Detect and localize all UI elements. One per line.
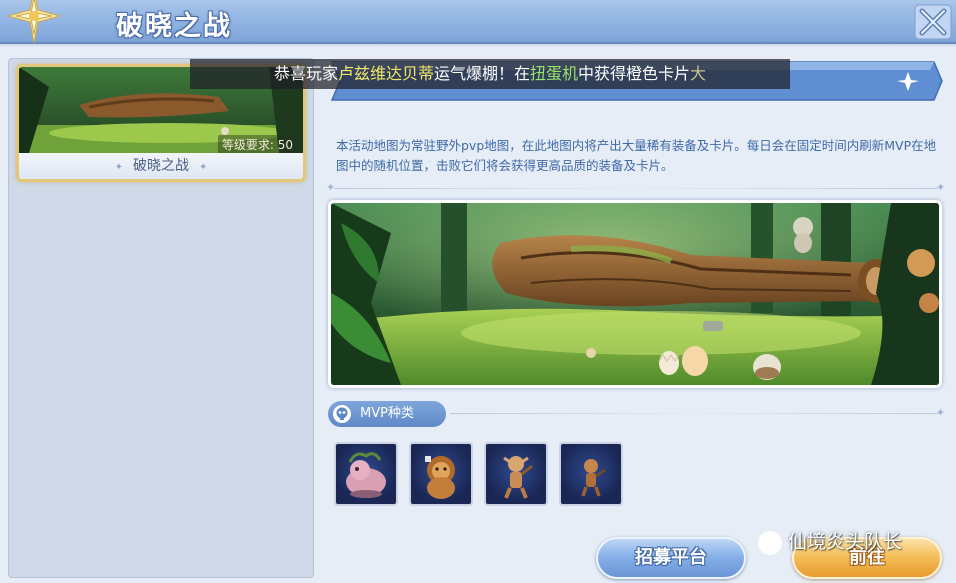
map-card-label: ✦ 破晓之战 ✦ [19, 153, 303, 179]
mvp-skull-icon [333, 405, 351, 423]
divider-star-icon: ✦ [326, 181, 336, 194]
ticker-middle: 运气爆棚！在 [433, 64, 530, 83]
lion-beast-icon [425, 456, 455, 499]
map-preview-image [328, 200, 942, 388]
watermark: 仙境炎头队长 [758, 528, 902, 556]
divider-star-icon: ✦ [936, 406, 946, 419]
header-bar: 破晓之战 [0, 0, 956, 47]
sun-emblem-icon [6, 0, 62, 45]
recruit-platform-button[interactable]: 招募平台 [596, 537, 746, 579]
mvp-slot-3[interactable] [484, 442, 548, 506]
pink-beast-icon [346, 452, 386, 498]
page-title: 破晓之战 [116, 11, 232, 42]
mvp-slot-1[interactable] [334, 442, 398, 506]
map-name: 破晓之战 [133, 158, 189, 174]
ticker-trailing: 大 [690, 64, 707, 83]
small-goblin-icon [581, 459, 606, 497]
activity-description: 本活动地图为常驻野外pvp地图，在此地图内将产出大量稀有装备及卡片。每日会在固定… [336, 138, 937, 173]
wechat-logo-icon [758, 530, 782, 555]
ticker-prefix: 恭喜玩家 [273, 64, 338, 83]
mvp-slot-2[interactable] [409, 442, 473, 506]
close-button[interactable] [914, 4, 952, 40]
mvp-slot-4[interactable] [559, 442, 623, 506]
forest-scene [331, 203, 939, 385]
level-requirement: 等级要求: 50 [217, 135, 297, 154]
divider-top [334, 188, 938, 189]
ticker-suffix: 中获得橙色卡片 [578, 64, 691, 83]
divider-star-icon: ✦ [936, 181, 946, 194]
goblin-icon [503, 456, 533, 499]
mvp-section-tag: MVP种类 [328, 401, 446, 427]
ticker-machine: 扭蛋机 [530, 64, 579, 83]
divider-mvp [450, 413, 940, 414]
broadcast-ticker: 恭喜玩家卢兹维达贝蒂运气爆棚！在扭蛋机中获得橙色卡片大 [190, 59, 790, 89]
mvp-section-label: MVP种类 [360, 406, 414, 421]
ticker-player-name: 卢兹维达贝蒂 [337, 64, 434, 83]
sparkle-left-icon: ✦ [114, 162, 123, 173]
watermark-text: 仙境炎头队长 [788, 531, 903, 553]
sparkle-right-icon: ✦ [199, 162, 208, 173]
